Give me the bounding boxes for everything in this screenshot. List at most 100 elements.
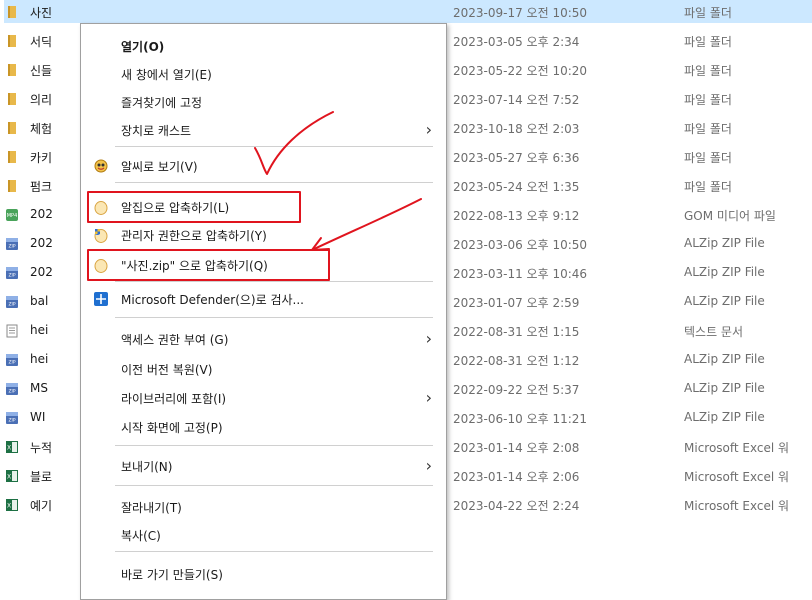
file-type: Microsoft Excel 워 (684, 441, 790, 455)
file-name: hei (30, 323, 49, 337)
menu-item-open-new-window[interactable]: 새 창에서 열기(E) (81, 62, 446, 86)
file-date: 2023-03-06 오후 10:50 (453, 238, 588, 252)
menu-separator (115, 445, 433, 446)
file-name: 체험 (30, 122, 53, 136)
file-type: 파일 폴더 (684, 64, 732, 78)
file-date: 2022-08-31 오전 1:12 (453, 354, 580, 368)
context-menu: 열기(O) 새 창에서 열기(E) 즐겨찾기에 고정 장치로 캐스트 › 알씨로… (80, 23, 447, 600)
svg-text:MP4: MP4 (7, 213, 18, 219)
menu-item-cut[interactable]: 잘라내기(T) (81, 495, 446, 519)
file-date: 2023-01-14 오후 2:06 (453, 470, 580, 484)
menu-item-send-to[interactable]: 보내기(N) › (81, 454, 446, 478)
menu-item-pin-start[interactable]: 시작 화면에 고정(P) (81, 415, 446, 439)
svg-text:ZIP: ZIP (8, 418, 15, 424)
file-name: WI (30, 410, 46, 424)
folder-icon (5, 5, 19, 19)
zip-file-icon: ZIP (5, 237, 19, 251)
zip-file-icon: ZIP (5, 411, 19, 425)
menu-item-alsee-view[interactable]: 알씨로 보기(V) (81, 154, 446, 178)
highlight-box-compress-to-zip (87, 249, 330, 281)
menu-item-pin-quick-access[interactable]: 즐겨찾기에 고정 (81, 90, 446, 114)
file-name: 예기 (30, 499, 53, 513)
file-name: 블로 (30, 470, 53, 484)
file-date: 2023-05-24 오전 1:35 (453, 180, 580, 194)
file-name: bal (30, 294, 49, 308)
file-date: 2023-06-10 오후 11:21 (453, 412, 588, 426)
file-date: 2023-10-18 오전 2:03 (453, 122, 580, 136)
file-type: ALZip ZIP File (684, 381, 765, 395)
menu-item-open[interactable]: 열기(O) (81, 34, 446, 58)
defender-shield-icon (94, 292, 108, 306)
chevron-right-icon: › (425, 456, 432, 475)
menu-item-give-access[interactable]: 액세스 권한 부여 (G) › (81, 327, 446, 351)
zip-file-icon: ZIP (5, 382, 19, 396)
file-type: GOM 미디어 파일 (684, 209, 776, 223)
file-type: 텍스트 문서 (684, 325, 744, 339)
file-row[interactable]: 사진 2023-09-17 오전 10:50 파일 폴더 (0, 0, 812, 25)
file-date: 2023-09-17 오전 10:50 (453, 6, 588, 20)
text-file-icon (5, 324, 19, 338)
file-type: Microsoft Excel 워 (684, 499, 790, 513)
file-type: 파일 폴더 (684, 6, 732, 20)
file-name: MS (30, 381, 48, 395)
admin-shield-icon (94, 229, 108, 243)
folder-icon (5, 121, 19, 135)
media-file-icon: MP4 (5, 208, 19, 222)
excel-file-icon: X (5, 498, 19, 512)
menu-item-create-shortcut[interactable]: 바로 가기 만들기(S) (81, 562, 446, 586)
folder-icon (5, 63, 19, 77)
file-date: 2023-01-14 오후 2:08 (453, 441, 580, 455)
file-name: 의리 (30, 93, 53, 107)
menu-item-copy[interactable]: 복사(C) (81, 523, 446, 547)
file-name: hei (30, 352, 49, 366)
file-type: ALZip ZIP File (684, 236, 765, 250)
menu-separator (115, 551, 433, 552)
file-name: 202 (30, 207, 53, 221)
menu-item-cast-to-device[interactable]: 장치로 캐스트 › (81, 118, 446, 142)
file-type: ALZip ZIP File (684, 294, 765, 308)
menu-item-restore-previous[interactable]: 이전 버전 복원(V) (81, 357, 446, 381)
menu-separator (115, 281, 433, 282)
alsee-icon (94, 159, 108, 173)
chevron-right-icon: › (425, 388, 432, 407)
svg-text:ZIP: ZIP (8, 244, 15, 250)
menu-item-defender-scan[interactable]: Microsoft Defender(으)로 검사... (81, 287, 446, 311)
file-name: 신들 (30, 64, 53, 78)
highlight-box-alzip-compress (87, 191, 301, 223)
excel-file-icon: X (5, 440, 19, 454)
file-name: 펌크 (30, 180, 53, 194)
file-type: Microsoft Excel 워 (684, 470, 790, 484)
folder-icon (5, 150, 19, 164)
file-type: ALZip ZIP File (684, 265, 765, 279)
file-name: 202 (30, 265, 53, 279)
svg-text:X: X (7, 474, 11, 481)
file-name: 사진 (30, 6, 53, 20)
file-date: 2023-03-05 오후 2:34 (453, 35, 580, 49)
zip-file-icon: ZIP (5, 353, 19, 367)
folder-icon (5, 179, 19, 193)
file-type: 파일 폴더 (684, 35, 732, 49)
file-date: 2023-05-27 오후 6:36 (453, 151, 580, 165)
file-type: ALZip ZIP File (684, 352, 765, 366)
menu-item-include-library[interactable]: 라이브러리에 포함(I) › (81, 386, 446, 410)
file-type: 파일 폴더 (684, 93, 732, 107)
menu-item-admin-compress[interactable]: 관리자 권한으로 압축하기(Y) (81, 223, 446, 247)
file-type: 파일 폴더 (684, 151, 732, 165)
file-type: ALZip ZIP File (684, 410, 765, 424)
svg-text:ZIP: ZIP (8, 273, 15, 279)
zip-file-icon: ZIP (5, 266, 19, 280)
chevron-right-icon: › (425, 120, 432, 139)
folder-icon (5, 34, 19, 48)
file-type: 파일 폴더 (684, 122, 732, 136)
menu-separator (115, 485, 433, 486)
svg-text:ZIP: ZIP (8, 389, 15, 395)
menu-separator (115, 317, 433, 318)
svg-text:X: X (7, 445, 11, 452)
folder-icon (5, 92, 19, 106)
zip-file-icon: ZIP (5, 295, 19, 309)
menu-separator (115, 146, 433, 147)
file-date: 2023-04-22 오전 2:24 (453, 499, 580, 513)
chevron-right-icon: › (425, 329, 432, 348)
file-date: 2022-08-13 오후 9:12 (453, 209, 580, 223)
file-date: 2023-03-11 오후 10:46 (453, 267, 588, 281)
